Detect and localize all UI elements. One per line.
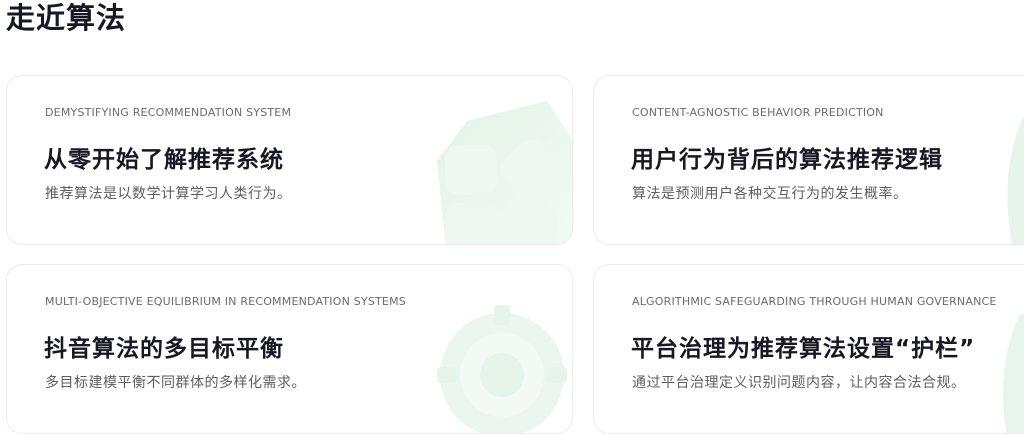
card-title: 平台治理为推荐算法设置“护栏” <box>631 336 976 362</box>
card-description: 多目标建模平衡不同群体的多样化需求。 <box>45 375 306 391</box>
card-behavior-prediction[interactable]: CONTENT-AGNOSTIC BEHAVIOR PREDICTION 用户行… <box>593 75 1024 245</box>
leaf-icon <box>1007 116 1024 244</box>
shield-icon <box>1003 313 1024 433</box>
card-title: 从零开始了解推荐系统 <box>44 147 284 173</box>
card-eyebrow: ALGORITHMIC SAFEGUARDING THROUGH HUMAN G… <box>632 295 997 308</box>
app-grid-icon <box>437 101 572 244</box>
card-eyebrow: CONTENT-AGNOSTIC BEHAVIOR PREDICTION <box>632 106 884 119</box>
card-demystifying-recommendation[interactable]: DEMYSTIFYING RECOMMENDATION SYSTEM 从零开始了… <box>6 75 573 245</box>
card-multi-objective[interactable]: MULTI-OBJECTIVE EQUILIBRIUM IN RECOMMEND… <box>6 264 573 434</box>
card-eyebrow: MULTI-OBJECTIVE EQUILIBRIUM IN RECOMMEND… <box>45 295 406 308</box>
section-title: 走近算法 <box>6 1 127 35</box>
card-eyebrow: DEMYSTIFYING RECOMMENDATION SYSTEM <box>45 106 292 119</box>
card-description: 推荐算法是以数学计算学习人类行为。 <box>45 186 292 202</box>
card-title: 抖音算法的多目标平衡 <box>44 336 284 362</box>
card-human-governance[interactable]: ALGORITHMIC SAFEGUARDING THROUGH HUMAN G… <box>593 264 1024 434</box>
card-title: 用户行为背后的算法推荐逻辑 <box>631 147 943 173</box>
card-description: 通过平台治理定义识别问题内容，让内容合法合规。 <box>632 375 966 391</box>
card-description: 算法是预测用户各种交互行为的发生概率。 <box>632 186 908 202</box>
gear-icon <box>437 305 567 433</box>
